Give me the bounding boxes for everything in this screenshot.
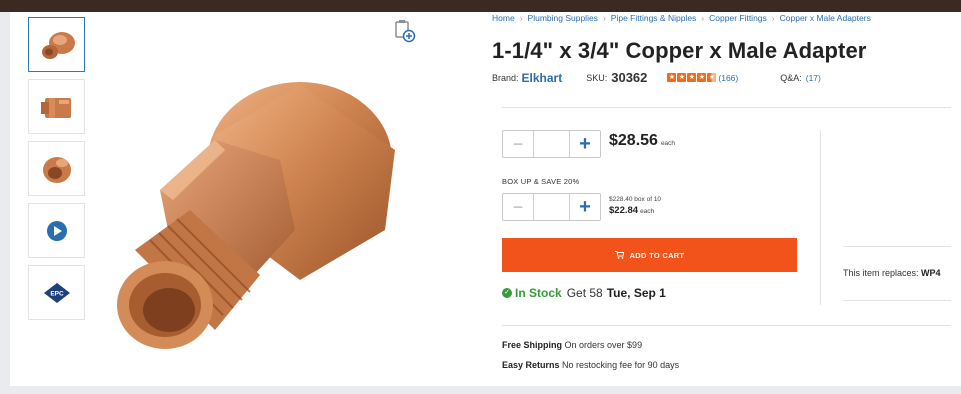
star-icon: ★: [687, 73, 697, 82]
product-meta: Brand: Elkhart SKU: 30362 ★ ★ ★ ★ ★ (166…: [492, 70, 821, 85]
reviews-count-link[interactable]: (166): [718, 73, 738, 83]
star-icon: ★: [667, 73, 677, 82]
cart-icon: [614, 251, 624, 259]
box-each-price: $22.84: [609, 205, 639, 216]
quantity-stepper: − +: [502, 130, 601, 158]
thumbnail-epc-logo[interactable]: EPC: [28, 265, 85, 320]
easy-returns-text: No restocking fee for 90 days: [562, 360, 680, 370]
add-to-cart-label: ADD TO CART: [629, 250, 685, 260]
quantity-input[interactable]: [534, 131, 570, 157]
main-product-image[interactable]: [95, 40, 425, 370]
top-header-bar: [0, 0, 961, 12]
box-quantity-increase-button[interactable]: +: [570, 194, 600, 220]
svg-text:EPC: EPC: [50, 291, 64, 298]
rating-stars[interactable]: ★ ★ ★ ★ ★: [667, 73, 717, 82]
star-icon: ★: [677, 73, 687, 82]
box-quantity-decrease-button[interactable]: −: [503, 194, 534, 220]
breadcrumb: Home › Plumbing Supplies › Pipe Fittings & N…: [492, 13, 871, 23]
item-replaces: This item replaces: WP4: [843, 268, 941, 278]
product-title: 1-1/4" x 3/4" Copper x Male Adapter: [492, 38, 867, 63]
price-each-label: each: [660, 140, 676, 147]
divider: [820, 130, 821, 305]
easy-returns-title: Easy Returns: [502, 360, 560, 370]
box-price-total: $228.40 box of 10: [609, 196, 662, 203]
chevron-right-icon: ›: [771, 13, 775, 23]
quantity-decrease-button[interactable]: −: [503, 131, 534, 157]
free-shipping-title: Free Shipping: [502, 340, 563, 350]
thumbnail-fitting[interactable]: [28, 17, 85, 72]
compare-add-icon[interactable]: [393, 18, 417, 44]
delivery-date: Tue, Sep 1: [606, 286, 666, 300]
brand-label: Brand:: [492, 72, 519, 83]
half-star-icon: ★: [707, 73, 717, 82]
price-value: $28.56: [609, 132, 658, 149]
chevron-right-icon: ›: [701, 13, 705, 23]
free-shipping-text: On orders over $99: [564, 340, 643, 350]
divider: [843, 300, 951, 301]
brand-link[interactable]: Elkhart: [522, 71, 563, 85]
breadcrumb-copper-male-adapters[interactable]: Copper x Male Adapters: [780, 13, 871, 23]
qa-label: Q&A:: [780, 72, 802, 83]
divider: [502, 107, 951, 108]
breadcrumb-copper-fittings[interactable]: Copper Fittings: [709, 13, 767, 23]
qa-count-link[interactable]: (17): [806, 73, 821, 83]
box-save-label: BOX UP & SAVE 20%: [502, 177, 580, 186]
breadcrumb-plumbing-supplies[interactable]: Plumbing Supplies: [528, 13, 598, 23]
divider: [843, 246, 951, 247]
add-to-cart-button[interactable]: ADD TO CART: [502, 238, 797, 272]
box-quantity-stepper: − +: [502, 193, 601, 221]
thumbnail-fitting-angle[interactable]: [28, 141, 85, 196]
stock-quantity: Get 58: [566, 286, 603, 300]
box-each-label: each: [640, 208, 655, 215]
check-circle-icon: ✓: [502, 288, 512, 298]
in-stock-label: In Stock: [515, 286, 562, 300]
quantity-increase-button[interactable]: +: [570, 131, 600, 157]
sku-value: 30362: [611, 70, 648, 85]
chevron-right-icon: ›: [519, 13, 523, 23]
thumbnail-fitting-side[interactable]: [28, 79, 85, 134]
replaces-value[interactable]: WP4: [921, 268, 941, 278]
box-unit-price: $22.84 each: [609, 205, 654, 216]
free-shipping-note: Free Shipping On orders over $99: [502, 340, 642, 350]
chevron-right-icon: ›: [602, 13, 606, 23]
breadcrumb-home[interactable]: Home: [492, 13, 515, 23]
unit-price: $28.56 each: [609, 132, 675, 150]
star-icon: ★: [697, 73, 707, 82]
divider: [502, 325, 951, 326]
replaces-label: This item replaces:: [843, 268, 919, 278]
breadcrumb-pipe-fittings[interactable]: Pipe Fittings & Nipples: [611, 13, 697, 23]
thumbnail-video[interactable]: [28, 203, 85, 258]
stock-status: ✓ In Stock Get 58 Tue, Sep 1: [502, 286, 666, 300]
box-quantity-input[interactable]: [534, 194, 570, 220]
thumbnail-list: EPC: [28, 17, 86, 327]
sku-label: SKU:: [586, 72, 608, 83]
easy-returns-note: Easy Returns No restocking fee for 90 da…: [502, 360, 679, 370]
